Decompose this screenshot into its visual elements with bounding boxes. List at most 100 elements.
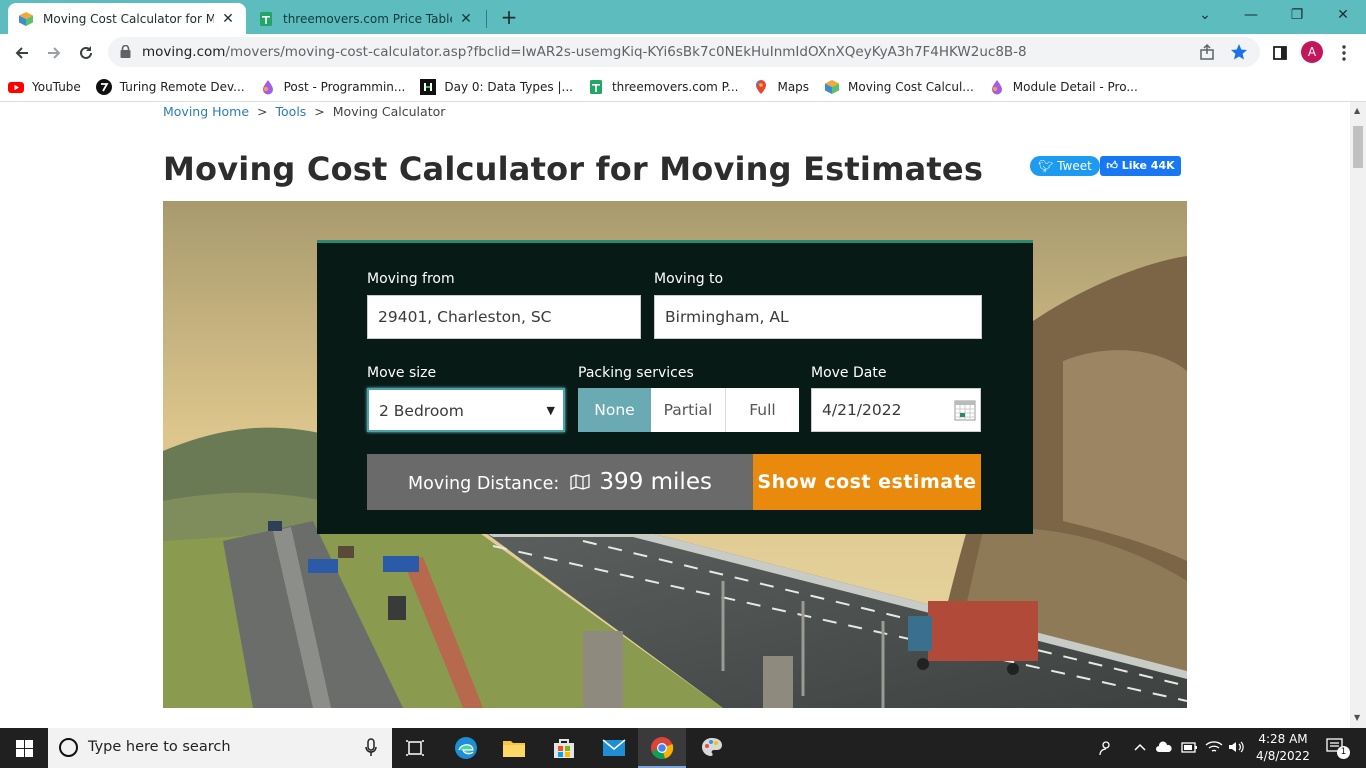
taskbar-file-explorer[interactable] [490, 728, 538, 768]
moving-from-label: Moving from [367, 271, 455, 287]
wifi-icon[interactable] [1205, 740, 1223, 758]
tweet-button[interactable]: 🐦︎ Tweet [1030, 156, 1100, 176]
move-size-label: Move size [367, 365, 437, 381]
forward-button[interactable] [41, 40, 67, 66]
tab-moving-cost-calculator[interactable]: Moving Cost Calculator for Movi ✕ [8, 3, 246, 34]
paint-palette-icon [702, 738, 722, 756]
packing-option-none[interactable]: None [578, 388, 651, 432]
lock-icon[interactable] [120, 45, 131, 58]
microphone-icon[interactable] [364, 738, 378, 758]
tab-threemovers-price-table[interactable]: threemovers.com Price Table - Go ✕ [248, 3, 484, 34]
start-button[interactable] [0, 728, 48, 768]
battery-icon[interactable] [1180, 740, 1198, 758]
task-view-button[interactable] [392, 728, 440, 768]
hackerrank-icon [420, 78, 437, 95]
taskbar-chrome[interactable] [638, 728, 686, 768]
map-icon [570, 457, 590, 513]
tab-title: Moving Cost Calculator for Movi [43, 11, 214, 26]
chevron-up-icon[interactable] [1133, 740, 1147, 758]
tweet-label: Tweet [1057, 159, 1092, 173]
bookmark-post-programming[interactable]: Post - Programmin... [260, 79, 405, 95]
breadcrumb-separator: > [257, 104, 268, 119]
bookmark-youtube[interactable]: YouTube [8, 79, 81, 95]
facebook-like-button[interactable]: 👍︎ Like 44K [1100, 156, 1181, 176]
maps-pin-icon [756, 79, 767, 94]
packing-services-label: Packing services [578, 365, 694, 381]
tab-search-button[interactable]: ⌄ [1182, 0, 1228, 30]
cortana-circle-icon [59, 738, 78, 757]
youtube-icon [8, 81, 24, 93]
bookmark-hackerrank[interactable]: Day 0: Data Types |... [420, 78, 573, 95]
browser-toolbar: moving.com/movers/moving-cost-calculator… [0, 34, 1366, 72]
share-icon[interactable] [1198, 43, 1216, 61]
bookmark-moving-cost[interactable]: Moving Cost Calcul... [824, 79, 974, 95]
back-arrow-icon [15, 47, 28, 59]
scroll-down-arrow-icon[interactable]: ▼ [1354, 713, 1360, 722]
bookmark-label: Moving Cost Calcul... [848, 79, 974, 94]
new-tab-button[interactable]: + [498, 5, 520, 29]
moving-to-input[interactable]: Birmingham, AL [654, 295, 982, 339]
turing-icon [95, 78, 112, 95]
taskbar-paint[interactable] [688, 728, 736, 768]
packing-option-full[interactable]: Full [726, 388, 799, 432]
move-date-input[interactable]: 4/21/2022 [811, 388, 981, 432]
chevron-down-icon: ▼ [546, 404, 555, 417]
bookmark-turing[interactable]: Turing Remote Dev... [95, 78, 245, 95]
packing-option-partial[interactable]: Partial [651, 388, 726, 432]
bookmark-maps[interactable]: Maps [753, 79, 809, 95]
minimize-button[interactable]: — [1228, 0, 1274, 30]
vertical-scrollbar[interactable]: ▲ ▼ [1350, 102, 1366, 728]
moving-distance-display: Moving Distance: 399 miles [367, 454, 753, 510]
url-host: moving.com [142, 44, 226, 60]
moving-distance-value: 399 miles [599, 469, 712, 495]
restore-button[interactable]: ❐ [1274, 0, 1320, 30]
taskbar-store[interactable] [540, 728, 588, 768]
moving-com-favicon-icon [825, 79, 840, 94]
reload-button[interactable] [73, 40, 99, 66]
move-size-value: 2 Bedroom [379, 402, 464, 420]
bookmark-module-detail[interactable]: Module Detail - Pro... [989, 79, 1138, 95]
onedrive-cloud-icon[interactable] [1155, 740, 1173, 758]
bookmark-label: threemovers.com P... [611, 79, 739, 94]
close-window-button[interactable]: ✕ [1320, 0, 1366, 30]
back-button[interactable] [9, 40, 35, 66]
page-title: Moving Cost Calculator for Moving Estima… [163, 150, 984, 188]
chrome-menu-button[interactable] [1332, 41, 1356, 65]
bookmark-label: Turing Remote Dev... [119, 79, 245, 94]
notification-center-button[interactable]: 1 [1326, 738, 1350, 760]
store-bag-icon [554, 739, 574, 758]
taskbar-search-box[interactable]: Type here to search [48, 728, 392, 768]
url-path: /movers/moving-cost-calculator.asp?fbcli… [225, 44, 1027, 60]
profile-avatar[interactable]: A [1301, 41, 1323, 63]
moving-to-label: Moving to [654, 271, 724, 287]
clock-time: 4:28 AM [1258, 732, 1308, 746]
scroll-up-arrow-icon[interactable]: ▲ [1354, 106, 1360, 115]
side-panel-button[interactable] [1268, 41, 1292, 65]
tab-close-icon[interactable]: ✕ [220, 11, 236, 27]
taskbar-clock[interactable]: 4:28 AM 4/8/2022 [1252, 731, 1314, 765]
breadcrumb-tools-link[interactable]: Tools [276, 104, 307, 119]
bookmark-star-icon[interactable] [1230, 43, 1248, 61]
post-drop-icon [991, 79, 1002, 94]
tab-strip: Moving Cost Calculator for Movi ✕ threem… [0, 0, 1366, 34]
volume-icon[interactable] [1228, 740, 1246, 758]
google-sheets-icon [260, 11, 272, 26]
breadcrumb-home-link[interactable]: Moving Home [163, 104, 249, 119]
calendar-icon[interactable] [954, 399, 976, 421]
moving-from-input[interactable]: 29401, Charleston, SC [367, 295, 641, 339]
reload-icon [80, 46, 92, 59]
scrollbar-thumb[interactable] [1353, 126, 1363, 168]
move-size-select[interactable]: 2 Bedroom ▼ [367, 388, 565, 432]
taskbar-mail[interactable] [590, 728, 638, 768]
moving-calculator-form: Moving from 29401, Charleston, SC Moving… [317, 240, 1033, 534]
tab-close-icon[interactable]: ✕ [458, 11, 474, 27]
forward-arrow-icon [48, 47, 61, 59]
side-panel-icon [1273, 46, 1287, 60]
chrome-icon [651, 737, 674, 759]
bookmark-threemovers[interactable]: threemovers.com P... [588, 79, 739, 95]
address-bar[interactable]: moving.com/movers/moving-cost-calculator… [108, 37, 1260, 67]
show-cost-estimate-button[interactable]: Show cost estimate [753, 454, 981, 510]
taskbar-edge[interactable] [442, 728, 490, 768]
breadcrumb: Moving Home > Tools > Moving Calculator [163, 104, 445, 119]
people-icon[interactable] [1097, 740, 1113, 760]
